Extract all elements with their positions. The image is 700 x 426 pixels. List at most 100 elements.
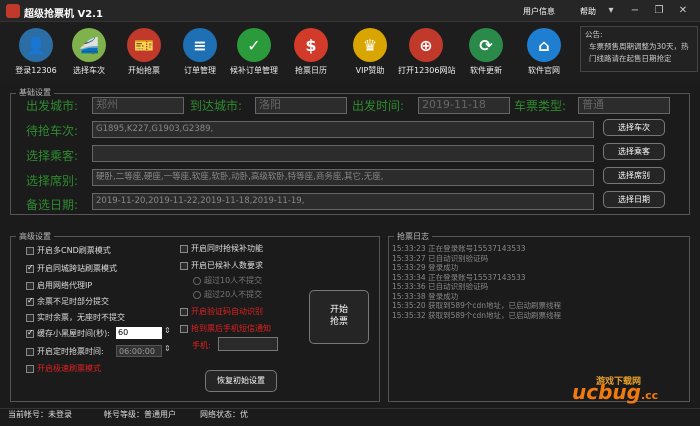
over-20-radio-option[interactable]: 超过20人不提交 xyxy=(193,289,262,300)
log-line: 15:33:34 正在登录账号15537143533 xyxy=(392,272,526,282)
log-line: 15:33:29 登录成功 xyxy=(392,263,459,272)
over-10-radio-option[interactable]: 超过10人不提交 xyxy=(193,275,262,286)
proxy-checkbox[interactable] xyxy=(26,281,34,290)
trains-input[interactable]: G1895,K227,G1903,G2389, xyxy=(92,121,594,138)
log-title: 抢票日志 xyxy=(394,231,432,242)
log-line: 15:33:23 正在登录账号15537143533 xyxy=(392,244,526,253)
fast-mode-checkbox[interactable] xyxy=(26,364,34,373)
toolbar-item-label: 开始抢票 xyxy=(128,66,160,75)
proxy-option[interactable]: 启用网络代理IP xyxy=(26,280,92,291)
log-line: 15:35:20 获取到589个cdn地址，已启动刷票线程 xyxy=(392,301,562,310)
realtime-option[interactable]: 实时余票，无座时不提交 xyxy=(26,312,125,323)
select-passenger-button[interactable]: 选择乘客 xyxy=(603,143,665,160)
log-line: 15:33:36 已自动识别验证码 xyxy=(392,282,489,291)
close-icon[interactable]: ✕ xyxy=(674,3,692,18)
to-city-input[interactable]: 洛阳 xyxy=(255,97,347,114)
watermark-brand-line: ucbug.cc xyxy=(572,380,658,404)
log-list: 15:33:23 正在登录账号15537143533 15:33:27 已自动识别… xyxy=(392,244,687,320)
notice-title: 公告: xyxy=(585,30,603,39)
railway-logo-icon: ⊕ xyxy=(409,28,443,62)
waitlist-sync-checkbox[interactable] xyxy=(180,244,188,253)
calendar-icon: $ xyxy=(294,28,328,62)
samecity-mode-option[interactable]: 开启同城跨站刷票模式 xyxy=(26,263,117,274)
stepper-icon[interactable]: ⇕ xyxy=(164,326,171,335)
over-10-radio[interactable] xyxy=(193,276,201,285)
passenger-input[interactable] xyxy=(92,145,594,162)
start-grab-button[interactable]: 开始 抢票 xyxy=(309,290,369,344)
app-title: 超级抢票机 V2.1 xyxy=(24,9,103,20)
toolbar-item-label: 软件官网 xyxy=(528,66,560,75)
toolbar-item[interactable]: ✓ 候补订单管理 xyxy=(226,26,282,82)
cdn-mode-checkbox[interactable] xyxy=(26,246,34,255)
over-20-label: 超过20人不提交 xyxy=(204,290,263,299)
toolbar-item[interactable]: 👤 登录12306 xyxy=(8,26,64,82)
waitlist-count-label: 开启已候补人数要求 xyxy=(191,261,263,270)
departure-date-label: 出发时间: xyxy=(352,99,405,113)
partial-submit-checkbox[interactable] xyxy=(26,296,34,306)
ticket-type-select[interactable]: 普通 xyxy=(578,97,670,114)
fast-mode-option[interactable]: 开启极速刷票模式 xyxy=(26,363,101,374)
toolbar-item[interactable]: ♛ VIP赞助 xyxy=(342,26,398,82)
cdn-mode-option[interactable]: 开启多CND刷票模式 xyxy=(26,245,111,256)
timer-stepper-icon[interactable]: ⇕ xyxy=(164,344,171,353)
realtime-checkbox[interactable] xyxy=(26,313,34,322)
cdn-mode-label: 开启多CND刷票模式 xyxy=(37,246,111,255)
timer-checkbox[interactable] xyxy=(26,347,34,356)
status-account: 当前帐号：未登录 xyxy=(8,410,72,419)
blacklist-checkbox[interactable] xyxy=(26,328,34,338)
seat-class-input[interactable]: 硬卧,二等座,硬座,一等座,软座,软卧,动卧,高级软卧,特等座,商务座,其它,无… xyxy=(92,169,594,186)
toolbar-item[interactable]: ⟳ 软件更新 xyxy=(458,26,514,82)
toolbar-item[interactable]: $ 抢票日历 xyxy=(283,26,339,82)
blacklist-option[interactable]: 缓存小黑屋时间(秒): xyxy=(26,328,110,339)
departure-date-input[interactable]: 2019-11-18 xyxy=(418,97,510,114)
toolbar-item-label: 打开12306网站 xyxy=(398,66,456,75)
toolbar-item[interactable]: 🚄 选择车次 xyxy=(61,26,117,82)
seat-class-label: 选择席别: xyxy=(26,174,79,188)
captcha-checkbox[interactable] xyxy=(180,307,188,316)
timer-time-input[interactable]: 06:00:00 xyxy=(116,345,162,357)
samecity-mode-checkbox[interactable] xyxy=(26,263,34,273)
over-20-radio[interactable] xyxy=(193,290,201,299)
waitlist-sync-label: 开启同时抢候补功能 xyxy=(191,244,263,253)
home-icon: ⌂ xyxy=(527,28,561,62)
waitlist-sync-option[interactable]: 开启同时抢候补功能 xyxy=(180,243,263,254)
toolbar-item-label: VIP赞助 xyxy=(355,66,385,75)
status-network: 网络状态：优 xyxy=(200,410,248,419)
fast-mode-label: 开启极速刷票模式 xyxy=(37,364,101,373)
toolbar-item[interactable]: ≡ 订单管理 xyxy=(172,26,228,82)
captcha-label: 开启验证码自动识别 xyxy=(191,307,263,316)
partial-submit-option[interactable]: 余票不足时部分提交 xyxy=(26,296,109,307)
status-level: 帐号等级：普通用户 xyxy=(104,410,176,419)
sms-checkbox[interactable] xyxy=(180,324,188,333)
toolbar-item[interactable]: 🎫 开始抢票 xyxy=(116,26,172,82)
timer-option[interactable]: 开启定时抢票时间: xyxy=(26,346,104,357)
waitlist-count-checkbox[interactable] xyxy=(180,261,188,270)
minimize-icon[interactable]: − xyxy=(626,3,644,18)
user-info-menu[interactable]: 用户信息 xyxy=(523,6,555,17)
toolbar-item[interactable]: ⌂ 软件官网 xyxy=(516,26,572,82)
blacklist-seconds-input[interactable]: 60 xyxy=(116,327,162,339)
help-menu[interactable]: 帮助 xyxy=(580,6,596,17)
toolbar-item-label: 软件更新 xyxy=(470,66,502,75)
trains-label: 待抢车次: xyxy=(26,124,79,138)
watermark-domain: .cc xyxy=(640,389,659,402)
blacklist-label: 缓存小黑屋时间(秒): xyxy=(37,329,110,338)
reset-settings-button[interactable]: 恢复初始设置 xyxy=(205,370,277,392)
backup-date-input[interactable]: 2019-11-20,2019-11-22,2019-11-18,2019-11… xyxy=(92,193,594,210)
sms-option[interactable]: 抢到票后手机短信通知 xyxy=(180,323,271,334)
menu-arrow-icon[interactable]: ▾ xyxy=(602,3,620,18)
vip-crown-icon: ♛ xyxy=(353,28,387,62)
toolbar-item-label: 候补订单管理 xyxy=(230,66,278,75)
ticket-type-label: 车票类型: xyxy=(514,99,567,113)
select-date-button[interactable]: 选择日期 xyxy=(603,191,665,208)
select-seat-button[interactable]: 选择席别 xyxy=(603,167,665,184)
select-train-button[interactable]: 选择车次 xyxy=(603,119,665,136)
phone-input[interactable] xyxy=(218,337,278,351)
waitlist-count-option[interactable]: 开启已候补人数要求 xyxy=(180,260,263,271)
toolbar-item-label: 登录12306 xyxy=(15,66,57,75)
maximize-icon[interactable]: ❐ xyxy=(650,3,668,18)
from-city-input[interactable]: 郑州 xyxy=(92,97,184,114)
captcha-option[interactable]: 开启验证码自动识别 xyxy=(180,306,263,317)
toolbar-item[interactable]: ⊕ 打开12306网站 xyxy=(398,26,456,82)
timer-label: 开启定时抢票时间: xyxy=(37,347,104,356)
